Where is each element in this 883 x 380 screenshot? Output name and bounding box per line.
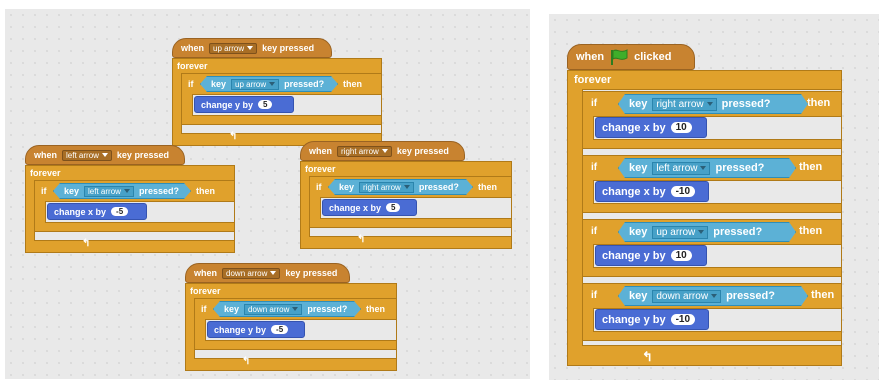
value-input[interactable]: 5 [386, 203, 401, 212]
dropdown-arrow-icon [711, 294, 717, 298]
if-label: if [188, 79, 194, 89]
loop-arrow-icon: ↰ [82, 238, 91, 249]
value-input[interactable]: -10 [670, 186, 696, 197]
sensing-key-dropdown[interactable]: down arrow [244, 304, 302, 315]
key-dropdown[interactable]: right arrow [337, 145, 392, 157]
change-y-block[interactable]: change y by 5 [194, 96, 294, 113]
when-key-pressed-hat[interactable]: when left arrow key pressed [25, 137, 185, 165]
change-x-block[interactable]: change x by -5 [47, 203, 147, 220]
sensing-key-dropdown[interactable]: right arrow [359, 182, 414, 193]
change-y-block[interactable]: change y by -5 [207, 321, 305, 338]
dropdown-arrow-icon [700, 166, 706, 170]
change-x-block[interactable]: change x by -10 [595, 181, 709, 202]
forever-block[interactable]: forever if key down arrow pressed? then … [185, 283, 397, 371]
value-input[interactable]: 5 [258, 100, 273, 109]
loop-arrow-icon: ↰ [357, 234, 366, 245]
change-y-block[interactable]: change y by -10 [595, 309, 709, 330]
dropdown-arrow-icon [124, 189, 130, 193]
change-x-block[interactable]: change x by 5 [322, 199, 417, 216]
dropdown-arrow-icon [101, 153, 108, 157]
dropdown-arrow-icon [269, 82, 275, 86]
key-dropdown[interactable]: up arrow [209, 42, 258, 54]
key-pressed-sensing[interactable]: key right arrow pressed? [328, 179, 473, 195]
key-pressed-sensing[interactable]: key left arrow pressed? [53, 183, 191, 199]
key-pressed-sensing[interactable]: key down arrow pressed? [618, 286, 808, 306]
when-label: when [181, 43, 205, 53]
sensing-key-dropdown[interactable]: up arrow [231, 79, 279, 90]
loop-arrow-icon: ↰ [642, 349, 653, 364]
value-input[interactable]: -10 [670, 314, 696, 325]
key-pressed-sensing[interactable]: key right arrow pressed? [618, 94, 808, 114]
sensing-key-dropdown[interactable]: left arrow [652, 162, 710, 175]
script-left-arrow[interactable]: when left arrow key pressed forever if k… [25, 137, 235, 253]
then-label: then [343, 79, 362, 89]
if-block[interactable]: if key left arrow pressed? then change x… [34, 180, 235, 232]
sensing-key-dropdown[interactable]: up arrow [652, 226, 708, 239]
script-up-arrow[interactable]: when up arrow key pressed forever if key… [172, 30, 382, 146]
if-block-left-arrow[interactable]: if key left arrow pressed? then change x… [582, 155, 842, 213]
loop-arrow-icon: ↰ [229, 131, 238, 142]
when-flag-clicked-hat[interactable]: when clicked [567, 36, 695, 70]
when-key-pressed-hat[interactable]: when right arrow key pressed [300, 133, 465, 161]
key-pressed-sensing[interactable]: key down arrow pressed? [213, 301, 361, 317]
dropdown-arrow-icon [381, 149, 388, 153]
dropdown-arrow-icon [707, 102, 713, 106]
forever-block[interactable]: forever if key up arrow pressed? then ch… [172, 58, 382, 146]
value-input[interactable]: 10 [670, 250, 692, 261]
value-input[interactable]: -5 [271, 325, 289, 334]
green-flag-icon [611, 49, 628, 65]
if-block[interactable]: if key right arrow pressed? then change … [309, 176, 512, 228]
if-block[interactable]: if key up arrow pressed? then change y b… [181, 73, 382, 125]
dropdown-arrow-icon [404, 185, 410, 189]
key-dropdown[interactable]: down arrow [222, 267, 281, 279]
key-dropdown[interactable]: left arrow [62, 149, 112, 161]
change-y-block[interactable]: change y by 10 [595, 245, 707, 266]
key-pressed-label: key pressed [262, 43, 315, 53]
forever-label: forever [574, 74, 612, 86]
change-x-block[interactable]: change x by 10 [595, 117, 707, 138]
script-down-arrow[interactable]: when down arrow key pressed forever if k… [185, 255, 397, 371]
when-label: when [576, 51, 605, 63]
forever-label: forever [177, 61, 208, 71]
left-script-area[interactable]: when up arrow key pressed forever if key… [5, 9, 530, 379]
loop-arrow-icon: ↰ [242, 356, 251, 367]
when-key-pressed-hat[interactable]: when down arrow key pressed [185, 255, 350, 283]
if-block-up-arrow[interactable]: if key up arrow pressed? then change y b… [582, 219, 842, 277]
clicked-label: clicked [634, 51, 672, 63]
dropdown-arrow-icon [247, 46, 254, 50]
sensing-key-dropdown[interactable]: right arrow [652, 98, 716, 111]
dropdown-arrow-icon [698, 230, 704, 234]
if-block-right-arrow[interactable]: if key right arrow pressed? then change … [582, 91, 842, 149]
script-green-flag[interactable]: when clicked forever if key right arrow … [567, 36, 842, 366]
sensing-key-dropdown[interactable]: left arrow [84, 186, 134, 197]
value-input[interactable]: -5 [111, 207, 129, 216]
dropdown-arrow-icon [292, 307, 298, 311]
dropdown-arrow-icon [270, 271, 277, 275]
forever-block[interactable]: forever if key left arrow pressed? then … [25, 165, 235, 253]
key-pressed-sensing[interactable]: key left arrow pressed? [618, 158, 796, 178]
right-script-area[interactable]: when clicked forever if key right arrow … [549, 14, 879, 380]
sensing-key-dropdown[interactable]: down arrow [652, 290, 721, 303]
if-block[interactable]: if key down arrow pressed? then change y… [194, 298, 397, 350]
forever-block[interactable]: forever if key right arrow pressed? then… [567, 70, 842, 366]
script-right-arrow[interactable]: when right arrow key pressed forever if … [300, 133, 512, 249]
key-pressed-sensing[interactable]: key up arrow pressed? [200, 76, 338, 92]
when-key-pressed-hat[interactable]: when up arrow key pressed [172, 30, 332, 58]
forever-block[interactable]: forever if key right arrow pressed? then… [300, 161, 512, 249]
key-pressed-sensing[interactable]: key up arrow pressed? [618, 222, 796, 242]
value-input[interactable]: 10 [670, 122, 692, 133]
if-block-down-arrow[interactable]: if key down arrow pressed? then change y… [582, 283, 842, 341]
